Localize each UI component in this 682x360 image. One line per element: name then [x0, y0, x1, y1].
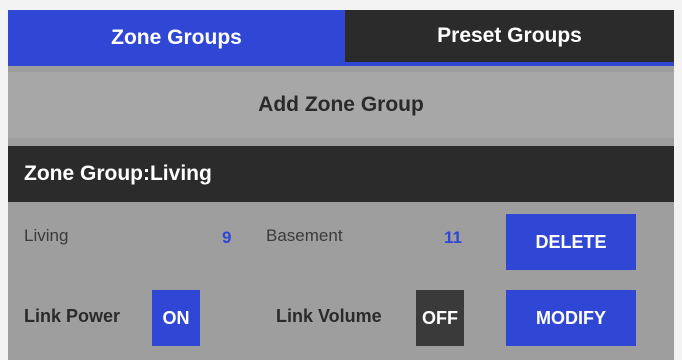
tab-bar: Zone Groups Preset Groups [8, 10, 674, 66]
zone-group-title: Zone Group:Living [24, 162, 212, 185]
zone-group-header: Zone Group:Living [8, 146, 674, 202]
zone-name-living: Living [24, 226, 69, 245]
link-volume-toggle[interactable]: OFF [416, 290, 464, 346]
delete-button[interactable]: DELETE [506, 214, 636, 270]
link-power-toggle[interactable]: ON [152, 290, 200, 346]
modify-button[interactable]: MODIFY [506, 290, 636, 346]
link-volume-label: Link Volume [276, 306, 382, 326]
zone-name-basement: Basement [266, 226, 343, 245]
tab-preset-groups[interactable]: Preset Groups [345, 10, 674, 66]
add-zone-group-button[interactable]: Add Zone Group [8, 72, 674, 138]
tab-zone-groups[interactable]: Zone Groups [8, 10, 345, 66]
zone-value-basement: 11 [444, 228, 462, 247]
link-power-label: Link Power [24, 306, 121, 326]
zone-groups-panel: Zone Groups Preset Groups Add Zone Group… [8, 10, 674, 360]
zone-value-living: 9 [222, 228, 232, 247]
